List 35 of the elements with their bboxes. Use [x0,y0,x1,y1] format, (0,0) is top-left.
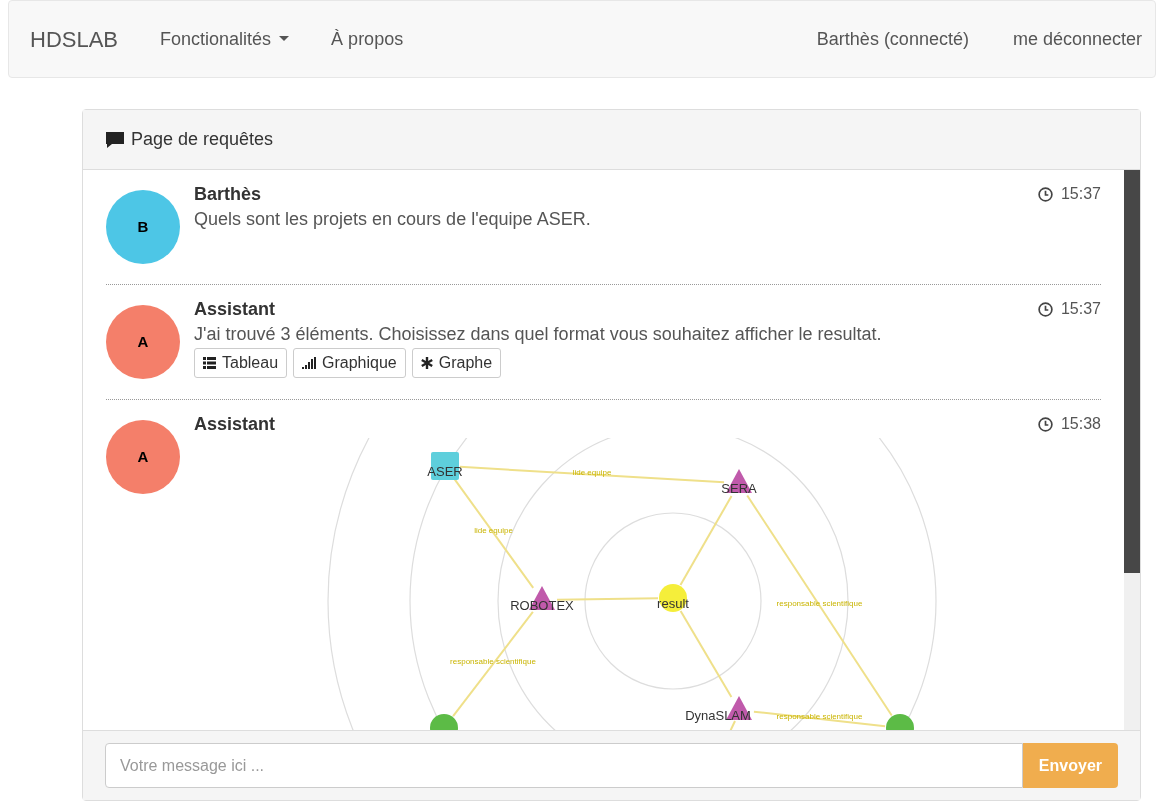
message-time: 15:38 [1060,414,1101,434]
brand-link[interactable]: HDSLAB [30,22,119,56]
logout-link[interactable]: me déconnecter [1012,25,1142,53]
avatar: A [106,305,180,379]
message-input[interactable]: Votre message ici ... [105,743,1023,788]
edge-label: responsable scientifique [450,657,536,666]
caret-icon [279,36,290,42]
message-time: 15:37 [1060,299,1101,319]
edge-label: lide equipe [474,526,513,535]
message-time: 15:37 [1060,184,1101,204]
author-name: Barthès [194,183,262,206]
asterisk-icon [420,357,433,369]
avatar: B [106,190,180,264]
message-text: J'ai trouvé 3 éléments. Choisissez dans quel format vous souhaitez afficher le resultat. [194,323,883,346]
message-text: Quels sont les projets en cours de l'equipe ASER. [194,208,592,231]
clock-icon [1037,416,1053,432]
clock-icon [1037,301,1053,317]
edge-label: responsable scientifique [776,712,863,721]
edge-label: responsable scientifique [776,598,863,608]
avatar: A [106,420,180,494]
nav-link[interactable]: Fonctionalités [160,25,290,53]
speech-bubble-icon [105,130,125,149]
author-name: Assistant [194,298,276,321]
nav-link[interactable]: À propos [331,25,404,53]
clock-icon [1037,186,1053,202]
author-name: Assistant [194,413,276,436]
format-button[interactable]: Graphique [293,348,406,378]
edge-label: lide equipe [572,467,612,477]
signal-bars-icon [302,357,317,369]
scrollbar-thumb[interactable] [1124,170,1140,573]
panel-title: Page de requêtes [131,128,274,151]
user-link[interactable]: Barthès (connecté) [816,25,969,53]
format-button[interactable]: Tableau [194,348,288,378]
format-button[interactable]: Graphe [411,348,502,378]
list-icon [203,357,216,369]
